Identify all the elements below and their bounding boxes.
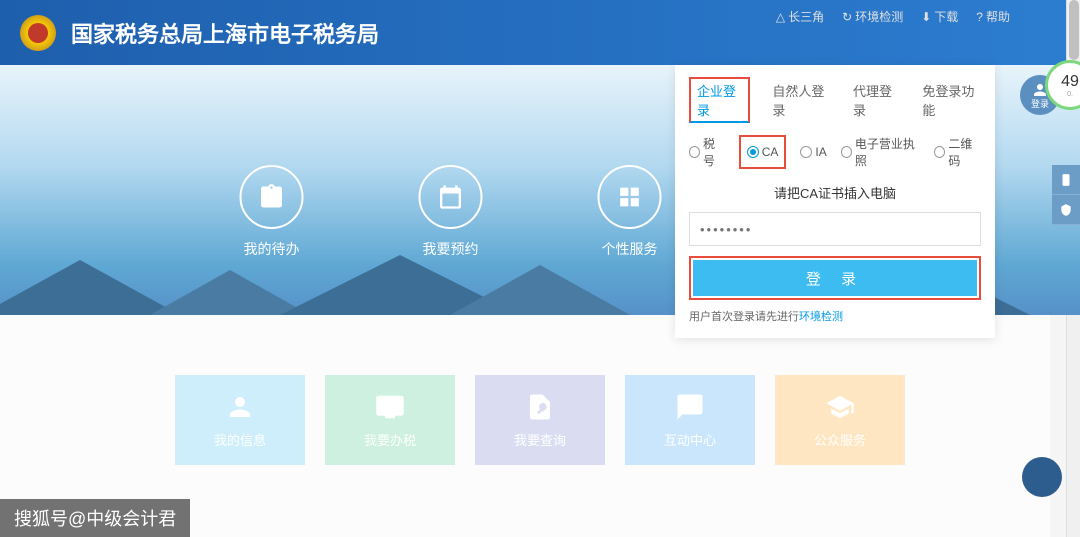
todo-label: 我的待办	[244, 239, 300, 259]
download-icon: ⬇	[921, 10, 931, 24]
grid-icon	[616, 183, 644, 211]
radio-license[interactable]: 电子营业执照	[841, 135, 921, 169]
floating-action-button[interactable]	[1022, 457, 1062, 497]
tool-shield[interactable]	[1052, 195, 1080, 225]
card-my-info[interactable]: 我的信息	[175, 375, 305, 465]
nav-env[interactable]: ↻环境检测	[842, 8, 903, 25]
phone-icon	[1059, 173, 1073, 187]
calendar-icon	[437, 183, 465, 211]
service-label: 个性服务	[602, 239, 658, 259]
radio-ia[interactable]: IA	[800, 135, 826, 169]
login-panel: 企业登录 自然人登录 代理登录 免登录功能 税号 CA IA 电子营业执照 二维…	[675, 65, 995, 338]
shield-icon	[1059, 203, 1073, 217]
tool-phone[interactable]	[1052, 165, 1080, 195]
nav-region[interactable]: △长三角	[776, 8, 824, 25]
env-check-link[interactable]: 环境检测	[799, 311, 843, 323]
triangle-icon: △	[776, 10, 785, 24]
login-hint: 请把CA证书插入电脑	[689, 183, 981, 202]
service-button[interactable]	[598, 165, 662, 229]
tab-personal[interactable]: 自然人登录	[770, 77, 831, 123]
site-title: 国家税务总局上海市电子税务局	[71, 17, 379, 49]
tab-enterprise[interactable]: 企业登录	[689, 77, 750, 123]
appointment-label: 我要预约	[423, 239, 479, 259]
card-interact[interactable]: 互动中心	[625, 375, 755, 465]
card-public[interactable]: 公众服务	[775, 375, 905, 465]
radio-ca[interactable]: CA	[739, 135, 787, 169]
password-input[interactable]	[689, 212, 981, 246]
radio-tax-id[interactable]: 税号	[689, 135, 725, 169]
nav-download[interactable]: ⬇下载	[921, 8, 958, 25]
card-tax[interactable]: 我要办税	[325, 375, 455, 465]
appointment-button[interactable]	[419, 165, 483, 229]
chat-icon	[675, 392, 705, 422]
nav-help[interactable]: ?帮助	[976, 8, 1010, 25]
graduation-icon	[825, 392, 855, 422]
login-button[interactable]: 登 录	[693, 260, 977, 296]
refresh-icon: ↻	[842, 10, 852, 24]
tab-no-login[interactable]: 免登录功能	[920, 77, 981, 123]
todo-button[interactable]	[240, 165, 304, 229]
top-nav: △长三角 ↻环境检测 ⬇下载 ?帮助	[776, 8, 1010, 25]
right-toolbar	[1052, 165, 1080, 225]
help-icon: ?	[976, 10, 983, 24]
tax-logo-icon	[20, 15, 56, 51]
person-icon	[225, 392, 255, 422]
radio-qr[interactable]: 二维码	[934, 135, 981, 169]
search-doc-icon	[525, 392, 555, 422]
watermark: 搜狐号@中级会计君	[0, 499, 190, 537]
monitor-icon	[375, 392, 405, 422]
service-cards: 我的信息 我要办税 我要查询 互动中心 公众服务	[0, 315, 1080, 525]
clipboard-icon	[258, 183, 286, 211]
tab-agent[interactable]: 代理登录	[851, 77, 900, 123]
login-footer: 用户首次登录请先进行环境检测	[689, 308, 981, 324]
card-query[interactable]: 我要查询	[475, 375, 605, 465]
scrollbar-thumb[interactable]	[1069, 0, 1079, 60]
